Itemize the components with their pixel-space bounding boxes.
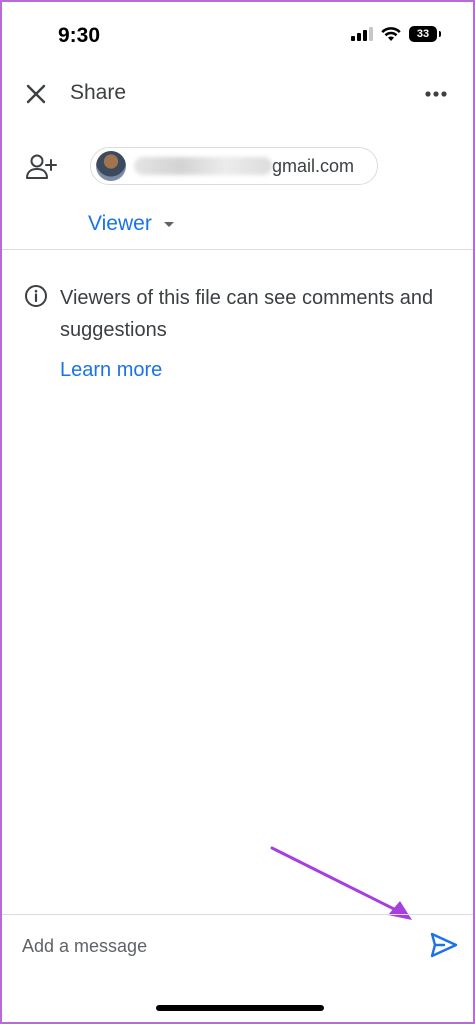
battery-icon: 33 xyxy=(409,26,441,42)
annotation-arrow-icon xyxy=(270,846,412,920)
avatar xyxy=(96,151,126,181)
signal-icon xyxy=(351,27,373,41)
add-person-icon[interactable] xyxy=(24,152,58,182)
screen-frame: 9:30 33 Share gmail.com Viewer Viewers o… xyxy=(0,0,475,1024)
caret-down-icon xyxy=(163,221,174,227)
recipient-chip[interactable]: gmail.com xyxy=(90,147,378,185)
home-indicator xyxy=(156,1005,324,1011)
info-icon xyxy=(25,285,47,307)
send-button[interactable] xyxy=(428,930,460,960)
more-horizontal-icon xyxy=(425,91,447,97)
status-bar: 9:30 33 xyxy=(2,2,473,62)
close-icon xyxy=(26,84,46,104)
info-message: Viewers of this file can see comments an… xyxy=(60,287,434,341)
status-icons: 33 xyxy=(351,26,441,42)
battery-level: 33 xyxy=(416,28,430,40)
page-title: Share xyxy=(70,81,127,104)
divider xyxy=(2,914,473,915)
recipient-email: gmail.com xyxy=(272,155,355,176)
role-dropdown[interactable]: Viewer xyxy=(88,212,174,236)
role-label: Viewer xyxy=(88,212,152,235)
redacted-email-part xyxy=(134,157,272,175)
close-button[interactable] xyxy=(22,80,50,108)
app-header: Share xyxy=(2,64,473,124)
send-icon xyxy=(430,932,458,958)
status-time: 9:30 xyxy=(58,24,101,47)
wifi-icon xyxy=(381,26,401,41)
divider xyxy=(2,249,473,250)
message-input[interactable] xyxy=(22,930,402,962)
learn-more-link[interactable]: Learn more xyxy=(60,359,162,382)
more-options-button[interactable] xyxy=(421,80,451,108)
